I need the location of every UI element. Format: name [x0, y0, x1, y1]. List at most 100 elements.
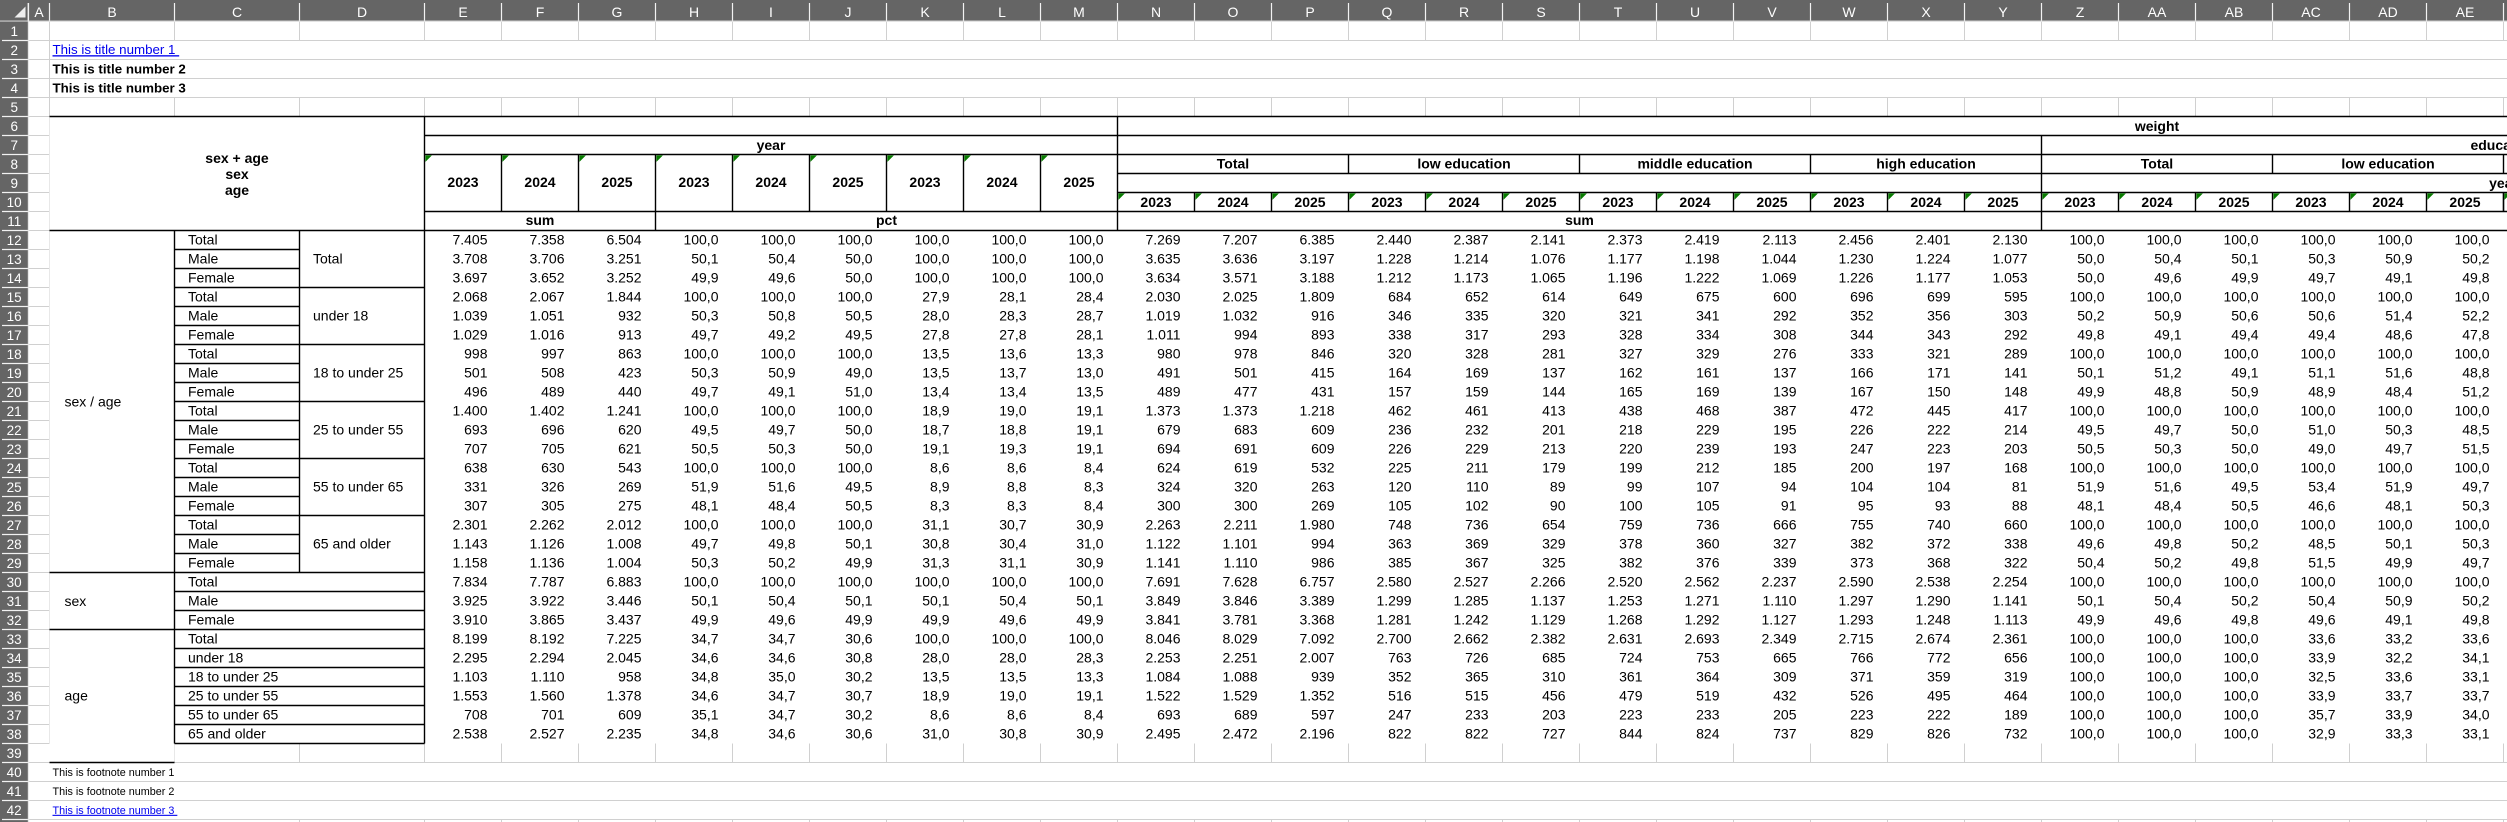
- svg-text:693: 693: [1157, 706, 1181, 722]
- svg-text:49,8: 49,8: [2462, 269, 2489, 285]
- svg-text:100,0: 100,0: [2223, 345, 2258, 361]
- svg-text:226: 226: [1850, 421, 1874, 437]
- svg-text:496: 496: [464, 383, 488, 399]
- svg-text:3.706: 3.706: [529, 250, 564, 266]
- svg-text:1.299: 1.299: [1376, 592, 1411, 608]
- svg-text:2.361: 2.361: [1992, 630, 2027, 646]
- svg-text:2023: 2023: [1602, 194, 1633, 210]
- svg-text:50,2: 50,2: [2154, 554, 2181, 570]
- svg-text:327: 327: [1619, 345, 1643, 361]
- svg-text:2.349: 2.349: [1761, 630, 1796, 646]
- svg-text:705: 705: [541, 440, 565, 456]
- svg-text:1.141: 1.141: [1145, 554, 1180, 570]
- svg-text:30,2: 30,2: [845, 706, 872, 722]
- svg-text:205: 205: [1773, 706, 1797, 722]
- svg-text:1.032: 1.032: [1222, 307, 1257, 323]
- svg-text:E: E: [458, 4, 467, 20]
- svg-text:1.101: 1.101: [1222, 535, 1257, 551]
- svg-text:This is title number 2: This is title number 2: [53, 62, 186, 77]
- svg-text:2.538: 2.538: [1915, 573, 1950, 589]
- svg-text:100,0: 100,0: [2300, 459, 2335, 475]
- svg-text:772: 772: [1927, 649, 1951, 665]
- svg-text:100,0: 100,0: [914, 231, 949, 247]
- svg-text:2.700: 2.700: [1376, 630, 1411, 646]
- svg-text:33,9: 33,9: [2308, 649, 2335, 665]
- svg-text:220: 220: [1619, 440, 1643, 456]
- svg-text:F: F: [536, 4, 545, 20]
- svg-text:50,4: 50,4: [2154, 250, 2181, 266]
- svg-text:100,0: 100,0: [2146, 516, 2181, 532]
- svg-text:3.697: 3.697: [452, 269, 487, 285]
- svg-text:Total: Total: [188, 346, 218, 362]
- svg-text:2025: 2025: [832, 174, 863, 190]
- svg-text:49,9: 49,9: [691, 611, 718, 627]
- svg-text:100,0: 100,0: [2146, 687, 2181, 703]
- svg-text:223: 223: [1619, 706, 1643, 722]
- svg-text:373: 373: [1850, 554, 1874, 570]
- svg-text:100,0: 100,0: [2069, 630, 2104, 646]
- svg-text:51,6: 51,6: [2385, 364, 2412, 380]
- svg-text:12: 12: [7, 233, 22, 248]
- svg-text:1.126: 1.126: [529, 535, 564, 551]
- svg-text:100,0: 100,0: [1068, 231, 1103, 247]
- svg-text:31,0: 31,0: [1076, 535, 1103, 551]
- svg-text:33,7: 33,7: [2385, 687, 2412, 703]
- svg-text:824: 824: [1696, 725, 1720, 741]
- svg-text:994: 994: [1234, 326, 1258, 342]
- svg-text:34,6: 34,6: [691, 687, 718, 703]
- svg-text:2.012: 2.012: [606, 516, 641, 532]
- svg-text:501: 501: [1234, 364, 1258, 380]
- svg-text:100,0: 100,0: [2146, 573, 2181, 589]
- svg-text:932: 932: [618, 307, 642, 323]
- svg-text:7: 7: [10, 138, 18, 153]
- svg-text:48,8: 48,8: [2462, 364, 2489, 380]
- svg-text:100,0: 100,0: [2300, 516, 2335, 532]
- svg-text:34,1: 34,1: [2462, 649, 2489, 665]
- svg-text:609: 609: [1311, 440, 1335, 456]
- svg-text:100,0: 100,0: [2454, 516, 2489, 532]
- svg-text:614: 614: [1542, 288, 1566, 304]
- svg-text:weight: weight: [2134, 118, 2180, 134]
- svg-text:2.693: 2.693: [1684, 630, 1719, 646]
- svg-text:30,9: 30,9: [1076, 516, 1103, 532]
- svg-text:141: 141: [2004, 364, 2028, 380]
- svg-text:100,0: 100,0: [683, 516, 718, 532]
- svg-text:346: 346: [1388, 307, 1412, 323]
- svg-text:50,1: 50,1: [691, 592, 718, 608]
- svg-text:157: 157: [1388, 383, 1412, 399]
- svg-text:100,0: 100,0: [914, 250, 949, 266]
- svg-text:2.211: 2.211: [1224, 516, 1258, 532]
- svg-text:50,4: 50,4: [2154, 592, 2181, 608]
- svg-text:50,0: 50,0: [2077, 250, 2104, 266]
- svg-text:440: 440: [618, 383, 642, 399]
- svg-text:679: 679: [1157, 421, 1181, 437]
- svg-text:1.529: 1.529: [1222, 687, 1257, 703]
- svg-text:1.226: 1.226: [1838, 269, 1873, 285]
- svg-text:31,1: 31,1: [922, 516, 949, 532]
- svg-text:100,0: 100,0: [2146, 649, 2181, 665]
- svg-text:49,5: 49,5: [845, 326, 872, 342]
- svg-text:32: 32: [7, 613, 22, 628]
- svg-text:100,0: 100,0: [683, 459, 718, 475]
- svg-text:23: 23: [7, 442, 22, 457]
- svg-text:19,0: 19,0: [999, 402, 1026, 418]
- svg-text:V: V: [1767, 4, 1777, 20]
- svg-text:24: 24: [7, 461, 23, 476]
- svg-text:100,0: 100,0: [2146, 231, 2181, 247]
- svg-text:1.011: 1.011: [1147, 326, 1181, 342]
- svg-text:378: 378: [1619, 535, 1643, 551]
- svg-text:100,0: 100,0: [1068, 250, 1103, 266]
- svg-text:26: 26: [7, 499, 22, 514]
- svg-text:630: 630: [541, 459, 565, 475]
- svg-text:913: 913: [618, 326, 642, 342]
- svg-text:737: 737: [1773, 725, 1797, 741]
- svg-text:51,0: 51,0: [845, 383, 872, 399]
- svg-text:1.069: 1.069: [1761, 269, 1796, 285]
- svg-text:986: 986: [1311, 554, 1335, 570]
- svg-text:This is footnote number 3: This is footnote number 3: [53, 805, 178, 817]
- svg-text:1.352: 1.352: [1299, 687, 1334, 703]
- svg-text:49,5: 49,5: [2077, 421, 2104, 437]
- svg-text:33,7: 33,7: [2462, 687, 2489, 703]
- svg-text:239: 239: [1696, 440, 1720, 456]
- svg-text:415: 415: [1311, 364, 1335, 380]
